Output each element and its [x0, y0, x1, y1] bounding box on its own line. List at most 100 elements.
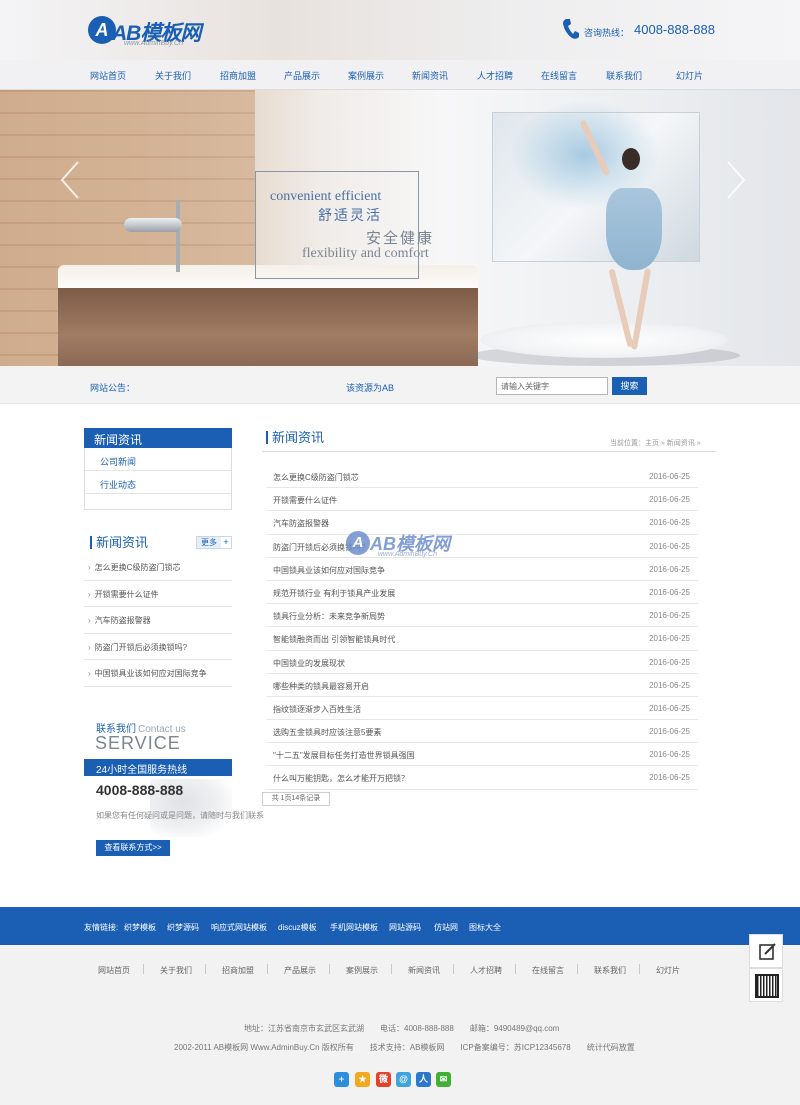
footer-nav-item[interactable]: 在线留言: [532, 965, 564, 976]
friend-link[interactable]: 织梦源码: [167, 922, 199, 933]
list-item[interactable]: › 怎么更换C级防盗门锁芯: [84, 554, 232, 581]
bullet-icon: ›: [88, 669, 91, 678]
faucet-pipe: [176, 200, 180, 272]
nav-item-news[interactable]: 新闻资讯: [412, 69, 448, 82]
nav-item-join[interactable]: 招商加盟: [220, 69, 256, 82]
news-title[interactable]: 汽车防盗报警器: [273, 518, 329, 529]
qr-code-float[interactable]: [749, 968, 783, 1002]
table-row[interactable]: 中国锁业的发展现状 2016-06-25: [266, 651, 698, 674]
tencent-weibo-icon[interactable]: @: [396, 1072, 411, 1087]
news-title[interactable]: 指纹锁逐渐步入百姓生活: [273, 704, 361, 715]
hotline-number: 4008-888-888: [634, 22, 715, 37]
friend-link[interactable]: 仿站网: [434, 922, 458, 933]
table-row[interactable]: 什么叫万能钥匙，怎么才能开万把锁？ 2016-06-25: [266, 766, 698, 790]
news-title[interactable]: 什么叫万能钥匙，怎么才能开万把锁？: [273, 773, 409, 784]
friend-link[interactable]: 响应式网站模板: [211, 922, 267, 933]
news-title[interactable]: 智能锁融资而出 引领智能锁具时代: [273, 634, 395, 645]
nav-item-cases[interactable]: 案例展示: [348, 69, 384, 82]
nav-item-message[interactable]: 在线留言: [541, 69, 577, 82]
footer-nav-item[interactable]: 关于我们: [160, 965, 192, 976]
news-title[interactable]: 规范开锁行业 有利于锁具产业发展: [273, 588, 395, 599]
news-title[interactable]: 怎么更换C级防盗门锁芯: [273, 472, 359, 483]
table-row[interactable]: 中国锁具业该如何应对国际竞争 2016-06-25: [266, 558, 698, 581]
footer-nav-item[interactable]: 幻灯片: [656, 965, 680, 976]
news-date: 2016-06-25: [649, 495, 690, 505]
table-row[interactable]: 防盗门开锁后必须换锁吗? 2016-06-25: [266, 535, 698, 558]
divider: [205, 964, 206, 974]
news-title[interactable]: 哪些种类的锁具最容易开启: [273, 681, 369, 692]
friend-link[interactable]: 图标大全: [469, 922, 501, 933]
weibo-icon[interactable]: 微: [376, 1072, 391, 1087]
notice-text[interactable]: 该资源为AB: [346, 381, 394, 394]
divider: [143, 964, 144, 974]
renren-icon[interactable]: 人: [416, 1072, 431, 1087]
news-title[interactable]: 选购五金锁具时应该注意5要素: [273, 727, 381, 738]
table-row[interactable]: 汽车防盗报警器 2016-06-25: [266, 511, 698, 535]
footer-nav-item[interactable]: 联系我们: [594, 965, 626, 976]
view-contact-button[interactable]: 查看联系方式>>: [96, 840, 170, 856]
friend-link[interactable]: 织梦模板: [124, 922, 156, 933]
news-list: 怎么更换C级防盗门锁芯 2016-06-25 开锁需要什么证件 2016-06-25…: [266, 465, 698, 790]
sidebar-category-title: 新闻资讯: [84, 428, 232, 448]
table-row[interactable]: 智能锁融资而出 引领智能锁具时代 2016-06-25: [266, 627, 698, 651]
friend-link[interactable]: 网站源码: [389, 922, 421, 933]
footer-nav-item[interactable]: 网站首页: [98, 965, 130, 976]
feedback-float-button[interactable]: [749, 934, 783, 968]
nav-item-slides[interactable]: 幻灯片: [676, 69, 703, 82]
list-item[interactable]: › 汽车防盗报警器: [84, 607, 232, 634]
more-button[interactable]: 更多 +: [196, 536, 232, 549]
search-input[interactable]: [496, 377, 608, 395]
wechat-icon[interactable]: ✉: [436, 1072, 451, 1087]
list-item-title: 汽车防盗报警器: [94, 616, 151, 625]
footer-nav-item[interactable]: 产品展示: [284, 965, 316, 976]
news-title[interactable]: 中国锁业的发展现状: [273, 658, 345, 669]
friend-links-label: 友情链接:: [84, 923, 119, 932]
table-row[interactable]: 开锁需要什么证件 2016-06-25: [266, 488, 698, 512]
breadcrumb[interactable]: 当前位置：主页 » 新闻资讯 »: [610, 438, 701, 448]
footer-nav-item[interactable]: 人才招聘: [470, 965, 502, 976]
slider-next-icon[interactable]: [724, 160, 748, 200]
table-row[interactable]: 怎么更换C级防盗门锁芯 2016-06-25: [266, 465, 698, 489]
list-item[interactable]: › 防盗门开锁后必须换锁吗?: [84, 634, 232, 660]
footer-nav-item[interactable]: 新闻资讯: [408, 965, 440, 976]
bullet-icon: ›: [88, 589, 91, 599]
list-item[interactable]: › 开锁需要什么证件: [84, 581, 232, 607]
slider-prev-icon[interactable]: [58, 160, 82, 200]
nav-item-jobs[interactable]: 人才招聘: [477, 69, 513, 82]
table-row[interactable]: 锁具行业分析：未来竞争新局势 2016-06-25: [266, 604, 698, 628]
table-row[interactable]: 规范开锁行业 有利于锁具产业发展 2016-06-25: [266, 581, 698, 605]
share-plus-icon[interactable]: +: [334, 1072, 349, 1087]
news-title[interactable]: "十二五"发展目标任务打造世界锁具强国: [273, 750, 415, 761]
friend-link[interactable]: 手机网站模板: [330, 922, 378, 933]
nav-item-about[interactable]: 关于我们: [155, 69, 191, 82]
search-button[interactable]: 搜索: [612, 377, 647, 395]
list-item[interactable]: › 中国锁具业该如何应对国际竞争: [84, 660, 232, 687]
watermark-subtitle: www.AdminBuy.Cn: [378, 551, 438, 558]
contact-service-label: SERVICE: [95, 733, 181, 753]
table-row[interactable]: "十二五"发展目标任务打造世界锁具强国 2016-06-25: [266, 743, 698, 767]
divider: [329, 964, 330, 974]
sidebar-item-industry-news[interactable]: 行业动态: [100, 478, 136, 491]
table-row[interactable]: 选购五金锁具时应该注意5要素 2016-06-25: [266, 720, 698, 744]
more-label: 更多: [201, 538, 217, 547]
site-header: A AB模板网 www.AdminBuy.Cn 咨询热线： 4008-888-8…: [0, 0, 800, 60]
nav-item-home[interactable]: 网站首页: [90, 69, 126, 82]
nav-item-products[interactable]: 产品展示: [284, 69, 320, 82]
divider: [85, 470, 231, 471]
news-date: 2016-06-25: [649, 703, 690, 713]
edit-icon: [759, 943, 776, 960]
site-logo[interactable]: A AB模板网 www.AdminBuy.Cn: [88, 16, 228, 50]
qzone-icon[interactable]: ★: [355, 1072, 370, 1087]
sidebar-item-company-news[interactable]: 公司新闻: [100, 455, 136, 468]
nav-item-contact[interactable]: 联系我们: [606, 69, 642, 82]
logo-subtitle: www.AdminBuy.Cn: [124, 40, 184, 47]
phone-icon: [562, 18, 580, 40]
footer-nav-item[interactable]: 案例展示: [346, 965, 378, 976]
table-row[interactable]: 指纹锁逐渐步入百姓生活 2016-06-25: [266, 697, 698, 721]
friend-link[interactable]: discuz模板: [278, 922, 317, 933]
footer-nav-item[interactable]: 招商加盟: [222, 965, 254, 976]
news-title[interactable]: 开锁需要什么证件: [273, 495, 337, 506]
news-date: 2016-06-25: [649, 634, 690, 644]
table-row[interactable]: 哪些种类的锁具最容易开启 2016-06-25: [266, 674, 698, 697]
news-title[interactable]: 锁具行业分析：未来竞争新局势: [273, 611, 385, 622]
